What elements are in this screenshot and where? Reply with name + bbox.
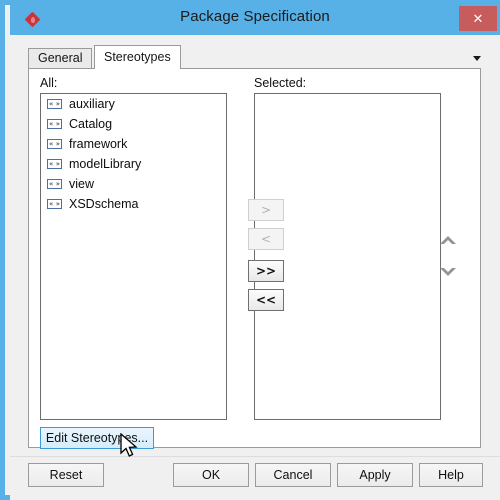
stereotypes-panel: All: Selected: «» auxiliary «» Catalog «» fra…	[28, 68, 481, 449]
chevron-up-icon	[440, 236, 456, 244]
stereotype-icon: «»	[47, 139, 62, 149]
dialog-body: General Stereotypes All: Selected: «» aux…	[10, 35, 500, 500]
tab-general[interactable]: General	[28, 48, 93, 68]
selected-stereotypes-listbox[interactable]	[254, 93, 441, 420]
list-item[interactable]: «» auxiliary	[41, 94, 226, 114]
help-button[interactable]: Help	[419, 463, 483, 487]
chevron-down-icon[interactable]	[471, 51, 483, 63]
list-item-label: modelLibrary	[69, 157, 142, 171]
package-specification-dialog: Package Specification ✕ General Stereoty…	[0, 0, 500, 500]
window-title: Package Specification	[180, 8, 330, 25]
selected-list-label: Selected:	[254, 76, 307, 90]
stereotype-icon: «»	[47, 159, 62, 169]
stereotype-icon: «»	[47, 199, 62, 209]
close-button[interactable]: ✕	[459, 6, 497, 31]
list-item[interactable]: «» framework	[41, 134, 226, 154]
list-item[interactable]: «» view	[41, 174, 226, 194]
title-bar: Package Specification ✕	[10, 5, 500, 35]
close-icon: ✕	[472, 11, 484, 26]
move-right-button[interactable]: >	[248, 199, 284, 221]
move-all-right-button[interactable]: >>	[248, 260, 284, 282]
tab-stereotypes[interactable]: Stereotypes	[94, 45, 181, 69]
list-item-label: auxiliary	[69, 97, 115, 111]
window-frame: Package Specification ✕ General Stereoty…	[0, 0, 500, 500]
list-item[interactable]: «» modelLibrary	[41, 154, 226, 174]
move-all-left-button[interactable]: <<	[248, 289, 284, 311]
list-item-label: framework	[69, 137, 128, 151]
apply-button[interactable]: Apply	[337, 463, 413, 487]
edit-stereotypes-button[interactable]: Edit Stereotypes...	[40, 427, 154, 449]
all-stereotypes-listbox[interactable]: «» auxiliary «» Catalog «» framework «» modelLi…	[40, 93, 227, 420]
stereotype-icon: «»	[47, 119, 62, 129]
cancel-button[interactable]: Cancel	[255, 463, 331, 487]
list-item-label: view	[69, 177, 95, 191]
list-item-label: XSDschema	[69, 197, 139, 211]
move-left-button[interactable]: <	[248, 228, 284, 250]
list-item[interactable]: «» XSDschema	[41, 194, 226, 214]
reset-button[interactable]: Reset	[28, 463, 104, 487]
move-down-button[interactable]	[437, 261, 459, 279]
tab-strip: General Stereotypes	[28, 45, 483, 69]
footer-divider	[10, 456, 500, 457]
chevron-down-icon	[440, 268, 456, 276]
list-item-label: Catalog	[69, 117, 113, 131]
ok-button[interactable]: OK	[173, 463, 249, 487]
move-up-button[interactable]	[437, 233, 459, 251]
list-item[interactable]: «» Catalog	[41, 114, 226, 134]
all-list-label: All:	[40, 76, 58, 90]
stereotype-icon: «»	[47, 179, 62, 189]
stereotype-icon: «»	[47, 99, 62, 109]
